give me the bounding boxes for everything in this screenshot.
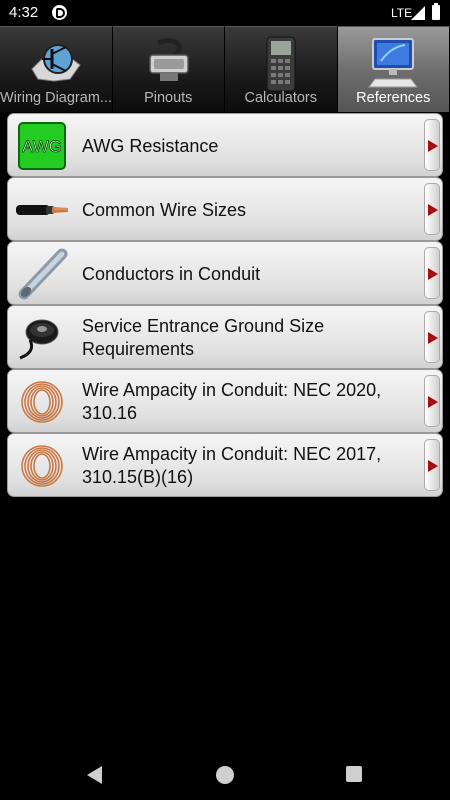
chevron-right-icon <box>428 204 438 216</box>
tab-label: Wiring Diagram... <box>0 90 112 106</box>
connector-cable-icon <box>136 35 200 95</box>
chevron-right-icon <box>428 140 438 152</box>
list-item-ampacity-nec-2017[interactable]: Wire Ampacity in Conduit: NEC 2017, 310.… <box>7 433 443 497</box>
list-item-common-wire-sizes[interactable]: Common Wire Sizes <box>7 177 443 241</box>
app-notification-icon <box>52 5 67 20</box>
recent-apps-icon[interactable] <box>346 766 362 782</box>
tab-label: Pinouts <box>144 90 193 106</box>
list-item-awg-resistance[interactable]: AWG AWG Resistance <box>7 113 443 177</box>
copper-coil-icon <box>16 376 68 428</box>
chevron-right-icon <box>428 332 438 344</box>
home-icon[interactable] <box>216 766 234 784</box>
calculator-icon <box>261 35 301 97</box>
wire-spool-icon <box>16 312 68 364</box>
status-time: 4:32 <box>9 4 39 21</box>
reference-list: AWG AWG Resistance Common Wire Sizes Con… <box>7 113 443 497</box>
conduit-pipe-icon <box>16 248 68 300</box>
tab-bar: Wiring Diagram... Pinouts Calculators Re… <box>0 26 450 112</box>
tab-wiring-diagrams[interactable]: Wiring Diagram... <box>0 26 113 112</box>
navigation-bar <box>0 752 450 800</box>
tab-references[interactable]: References <box>337 26 450 112</box>
chevron-right-button[interactable] <box>424 311 440 363</box>
chevron-right-icon <box>428 268 438 280</box>
tab-pinouts[interactable]: Pinouts <box>112 26 225 112</box>
chevron-right-button[interactable] <box>424 183 440 235</box>
list-item-label: Wire Ampacity in Conduit: NEC 2020, 310.… <box>82 380 382 423</box>
signal-icon <box>411 6 425 20</box>
transistor-diagram-icon <box>24 35 88 95</box>
network-type: LTE <box>391 6 413 20</box>
list-item-label: Conductors in Conduit <box>82 263 261 284</box>
chevron-right-button[interactable] <box>424 439 440 491</box>
tab-calculators[interactable]: Calculators <box>225 26 338 112</box>
list-item-ampacity-nec-2020[interactable]: Wire Ampacity in Conduit: NEC 2020, 310.… <box>7 369 443 433</box>
chevron-right-icon <box>428 396 438 408</box>
computer-monitor-icon <box>361 35 425 95</box>
chevron-right-button[interactable] <box>424 119 440 171</box>
back-icon[interactable] <box>87 766 102 784</box>
battery-icon <box>432 3 440 20</box>
status-bar: 4:32 LTE <box>0 0 450 26</box>
chevron-right-icon <box>428 460 438 472</box>
list-item-label: AWG Resistance <box>82 135 219 156</box>
chevron-right-button[interactable] <box>424 375 440 427</box>
copper-coil-icon <box>16 440 68 492</box>
list-item-label: Wire Ampacity in Conduit: NEC 2017, 310.… <box>82 444 382 487</box>
list-item-label: Common Wire Sizes <box>82 199 247 220</box>
tab-label: Calculators <box>244 90 318 106</box>
svg-text:AWG: AWG <box>22 137 62 156</box>
tab-label: References <box>356 90 431 106</box>
list-item-conductors-in-conduit[interactable]: Conductors in Conduit <box>7 241 443 305</box>
wire-cable-icon <box>16 184 68 236</box>
list-item-label: Service Entrance Ground Size Requirement… <box>82 316 325 359</box>
awg-icon: AWG <box>16 120 68 172</box>
list-item-service-entrance-ground[interactable]: Service Entrance Ground Size Requirement… <box>7 305 443 369</box>
chevron-right-button[interactable] <box>424 247 440 299</box>
